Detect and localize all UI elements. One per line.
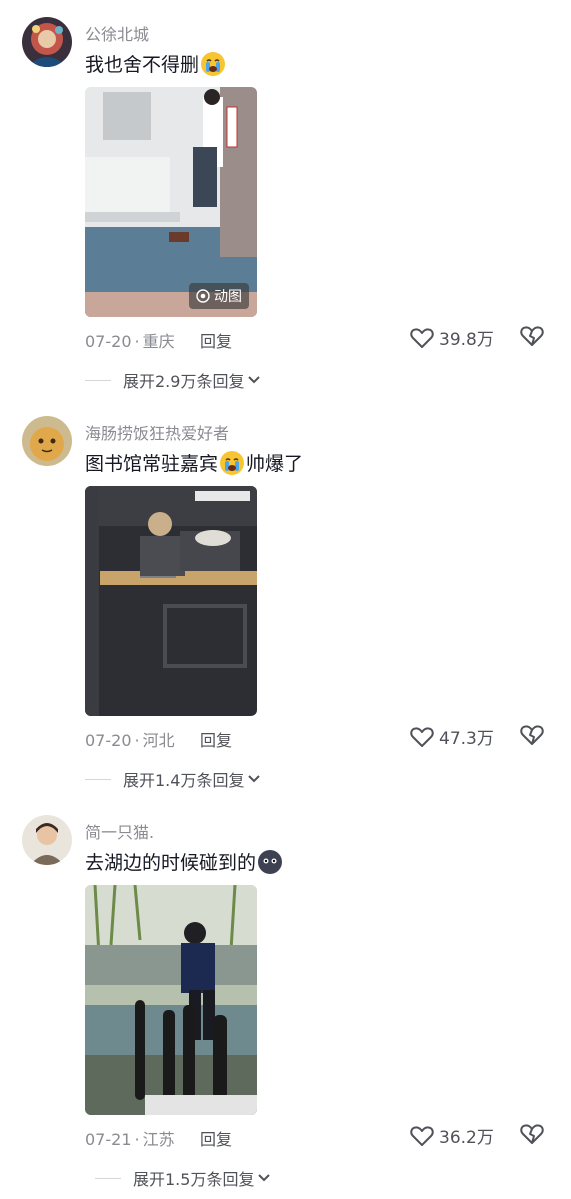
- expand-replies-label: 展开2.9万条回复: [123, 372, 245, 391]
- reply-button[interactable]: 回复: [200, 727, 232, 751]
- crying-face-emoji: [200, 51, 226, 77]
- heart-icon: [410, 726, 434, 747]
- comment-text-part: 图书馆常驻嘉宾: [85, 453, 219, 475]
- dislike-button[interactable]: [520, 1123, 544, 1149]
- broken-heart-icon: [520, 1124, 544, 1144]
- broken-heart-icon: [520, 326, 544, 346]
- comment-text: 图书馆常驻嘉宾 帅爆了: [85, 449, 303, 476]
- divider-line: [85, 778, 111, 780]
- divider-line: [85, 379, 111, 381]
- dislike-button[interactable]: [520, 724, 544, 750]
- comment-text-part: 帅爆了: [246, 453, 304, 475]
- broken-heart-icon: [520, 725, 544, 745]
- heart-icon: [410, 327, 434, 348]
- username[interactable]: 公徐北城: [85, 21, 149, 45]
- comment-location: 重庆: [142, 332, 175, 351]
- comment-text-part: 去湖边的时候碰到的: [85, 852, 257, 874]
- avatar[interactable]: [22, 416, 72, 466]
- crying-face-emoji: [219, 450, 245, 476]
- dark-face-emoji: [257, 849, 283, 875]
- gif-badge: 动图: [189, 283, 249, 309]
- username[interactable]: 海肠捞饭狂热爱好者: [85, 420, 229, 444]
- gif-icon: [196, 289, 210, 303]
- comment-photo[interactable]: 动图: [85, 87, 257, 317]
- comment-text-part: 我也舍不得删: [85, 54, 200, 76]
- expand-replies-button[interactable]: 展开2.9万条回复: [85, 368, 261, 392]
- divider-line: [95, 1177, 121, 1179]
- comment-text: 我也舍不得删: [85, 50, 227, 77]
- like-button[interactable]: 47.3万: [410, 724, 494, 749]
- comment-date: 07-20: [85, 731, 132, 750]
- chevron-down-icon: [248, 775, 261, 783]
- comment-location: 江苏: [142, 1130, 175, 1149]
- like-count: 39.8万: [439, 330, 494, 350]
- expand-replies-label: 展开1.4万条回复: [123, 771, 245, 790]
- expand-replies-button[interactable]: 展开1.4万条回复: [85, 767, 261, 791]
- expand-replies-button[interactable]: 展开1.5万条回复: [95, 1166, 271, 1190]
- avatar[interactable]: [22, 17, 72, 67]
- username[interactable]: 简一只猫.: [85, 819, 154, 843]
- comment-date: 07-21: [85, 1130, 132, 1149]
- like-button[interactable]: 39.8万: [410, 325, 494, 350]
- like-button[interactable]: 36.2万: [410, 1123, 494, 1148]
- comment-date: 07-20: [85, 332, 132, 351]
- avatar[interactable]: [22, 815, 72, 865]
- reply-button[interactable]: 回复: [200, 328, 232, 352]
- comment-location: 河北: [142, 731, 175, 750]
- gif-badge-label: 动图: [214, 289, 242, 305]
- reply-button[interactable]: 回复: [200, 1126, 232, 1150]
- comment-meta: 07-20 · 重庆: [85, 332, 175, 351]
- expand-replies-label: 展开1.5万条回复: [133, 1170, 255, 1189]
- dislike-button[interactable]: [520, 325, 544, 351]
- like-count: 47.3万: [439, 729, 494, 749]
- comment-text: 去湖边的时候碰到的: [85, 848, 284, 875]
- comment-meta: 07-20 · 河北: [85, 731, 175, 750]
- comment-meta: 07-21 · 江苏: [85, 1130, 175, 1149]
- heart-icon: [410, 1125, 434, 1146]
- comment-photo[interactable]: [85, 885, 257, 1115]
- chevron-down-icon: [248, 376, 261, 384]
- like-count: 36.2万: [439, 1128, 494, 1148]
- chevron-down-icon: [258, 1174, 271, 1182]
- comment-photo[interactable]: [85, 486, 257, 716]
